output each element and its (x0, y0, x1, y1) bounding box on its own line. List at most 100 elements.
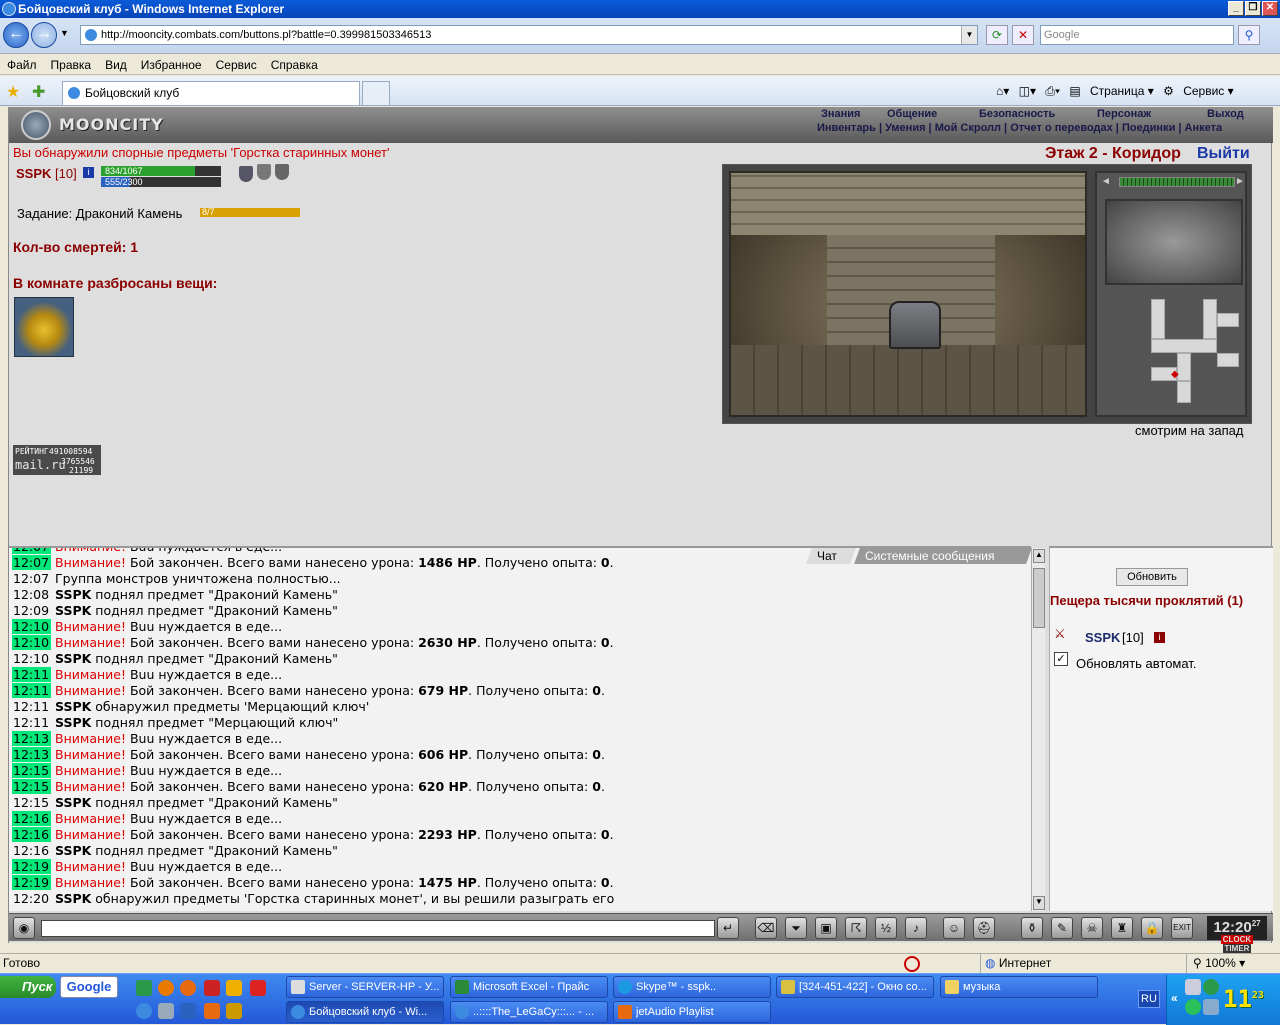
tab-system-messages[interactable]: Системные сообщения (854, 548, 1032, 564)
chat-timestamp[interactable]: 12:11 (12, 667, 52, 682)
nav-character[interactable]: Персонаж (1097, 108, 1151, 120)
chat-timestamp[interactable]: 12:11 (12, 699, 51, 714)
skull-icon[interactable]: ☠ (1081, 917, 1103, 939)
page-menu[interactable]: ▤ Страница ▾ (1069, 84, 1153, 98)
zoom-control[interactable]: ⚲ 100% ▾ (1186, 954, 1245, 973)
chat-timestamp[interactable]: 12:11 (12, 683, 52, 698)
history-dropdown-icon[interactable]: ▼ (60, 28, 69, 38)
turn-right-icon[interactable]: ► (1235, 176, 1245, 187)
chest-object[interactable] (889, 301, 941, 349)
favorites-star-icon[interactable]: ★ (6, 82, 20, 102)
nav-exit[interactable]: Выход (1207, 108, 1244, 120)
chat-scrollbar[interactable]: ▲ ▼ (1031, 548, 1045, 911)
menu-help[interactable]: Справка (264, 55, 325, 75)
scroll-icon[interactable]: ✎ (1051, 917, 1073, 939)
tray-clock[interactable]: 1123 (1223, 985, 1264, 1013)
feeds-icon[interactable]: ◫▾ (1019, 84, 1036, 98)
chat-timestamp[interactable]: 12:19 (12, 875, 52, 890)
chat-input[interactable] (41, 920, 715, 937)
smile-icon[interactable]: ☺ (943, 917, 965, 939)
nav-knowledge[interactable]: Знания (821, 108, 860, 120)
refresh-button[interactable]: Обновить (1116, 568, 1188, 586)
task-excel[interactable]: Microsoft Excel - Прайс (450, 976, 608, 998)
chat-nick[interactable]: SSPK (55, 891, 91, 906)
maximize-button[interactable]: ❐ (1245, 1, 1261, 16)
badge-icon-2[interactable] (257, 164, 271, 180)
headphones-icon[interactable] (158, 1003, 174, 1019)
chat-timestamp[interactable]: 12:13 (12, 731, 52, 746)
nav-transfers[interactable]: Отчет о переводах (1010, 122, 1113, 134)
task-combats[interactable]: Бойцовский клуб - Wi... (286, 1001, 444, 1023)
monitor-icon[interactable] (1203, 999, 1219, 1015)
scroll-thumb[interactable] (1033, 568, 1045, 628)
figure-icon[interactable]: ♜ (1111, 917, 1133, 939)
task-music-folder[interactable]: музыка (940, 976, 1098, 998)
address-dropdown-icon[interactable]: ▼ (961, 26, 977, 44)
quicklaunch-icon-4[interactable] (204, 980, 220, 996)
menu-edit[interactable]: Правка (44, 55, 99, 75)
minimize-button[interactable]: _ (1228, 1, 1244, 16)
language-indicator[interactable]: RU (1138, 990, 1160, 1008)
menu-favorites[interactable]: Избранное (134, 55, 209, 75)
refresh-icon[interactable]: ⟳ (986, 25, 1008, 45)
gmail-icon[interactable] (250, 980, 266, 996)
stop-icon[interactable]: ✕ (1012, 25, 1034, 45)
address-input[interactable]: http://mooncity.combats.com/buttons.pl?b… (80, 25, 978, 45)
task-legacy[interactable]: ..::::The_LeGaCy:::... - ... (450, 1001, 608, 1023)
badge-icon-1[interactable] (239, 166, 253, 182)
tab-chat[interactable]: Чат (806, 548, 856, 564)
helmet-icon[interactable]: ⛑ (973, 917, 995, 939)
google-toolbar[interactable]: Google (60, 976, 118, 998)
back-button[interactable]: ← (3, 22, 29, 48)
lock-icon[interactable]: 🔒 (1141, 917, 1163, 939)
start-button[interactable]: Пуск (0, 976, 56, 998)
rating-counter[interactable]: РЕЙТИНГ 491008594 mail.ru 3765546 21199 (13, 445, 101, 475)
tab-active[interactable]: Бойцовский клуб (62, 81, 360, 105)
chat-timestamp[interactable]: 12:08 (12, 587, 51, 602)
task-remote[interactable]: [324-451-422] - Окно со... (776, 976, 934, 998)
menu-file[interactable]: Файл (0, 55, 44, 75)
auto-refresh-checkbox[interactable]: ✓ (1054, 652, 1068, 666)
print-icon[interactable]: ⎙▾ (1045, 84, 1060, 99)
clock-label[interactable]: CLOCK (1220, 935, 1254, 944)
chat-timestamp[interactable]: 12:20 (12, 891, 51, 906)
chat-timestamp[interactable]: 12:19 (12, 859, 52, 874)
eraser-icon[interactable]: ⌫ (755, 917, 777, 939)
chat-timestamp[interactable]: 12:10 (12, 651, 51, 666)
exit-icon[interactable]: EXIT (1171, 917, 1193, 939)
scroll-down-icon[interactable]: ▼ (1033, 896, 1045, 910)
nav-security[interactable]: Безопасность (979, 108, 1055, 120)
menu-tools[interactable]: Сервис (209, 55, 264, 75)
send-icon[interactable]: ↵ (717, 917, 739, 939)
chat-timestamp[interactable]: 12:10 (12, 635, 52, 650)
scroll-up-icon[interactable]: ▲ (1033, 549, 1045, 563)
room-view[interactable] (729, 171, 1087, 417)
bottle-icon[interactable]: ⚱ (1021, 917, 1043, 939)
popup-blocked-icon[interactable] (904, 956, 920, 972)
network-icon[interactable] (1185, 979, 1201, 995)
quicklaunch-icon-5[interactable] (226, 980, 242, 996)
player-name[interactable]: SSPK (16, 166, 51, 181)
quicklaunch-icon-9[interactable] (180, 1003, 196, 1019)
fraction-icon[interactable]: ½ (875, 917, 897, 939)
chat-nick[interactable]: SSPK (55, 715, 91, 730)
menu-view[interactable]: Вид (98, 55, 134, 75)
tray-icon-2[interactable] (1203, 979, 1219, 995)
firefox-icon[interactable] (180, 980, 196, 996)
new-tab-button[interactable] (362, 81, 390, 105)
skype-tray-icon[interactable] (1185, 999, 1201, 1015)
attack-icon[interactable]: ⚔ (1054, 626, 1072, 642)
ie-quick-icon[interactable] (136, 1003, 152, 1019)
sound-icon[interactable]: ♪ (905, 917, 927, 939)
search-icon[interactable]: ⚲ (1238, 25, 1260, 45)
chat-nick[interactable]: SSPK (55, 603, 91, 618)
nav-skills[interactable]: Умения (885, 122, 925, 134)
chat-nick[interactable]: SSPK (55, 587, 91, 602)
turn-left-icon[interactable]: ◄ (1101, 176, 1111, 187)
fighter-icon[interactable]: ☈ (845, 917, 867, 939)
chat-mode-icon[interactable]: ◉ (13, 917, 35, 939)
chat-timestamp[interactable]: 12:07 (12, 555, 52, 570)
filter-icon[interactable]: ⏷ (785, 917, 807, 939)
search-input[interactable]: Google (1040, 25, 1234, 45)
exit-link[interactable]: Выйти (1197, 145, 1250, 163)
